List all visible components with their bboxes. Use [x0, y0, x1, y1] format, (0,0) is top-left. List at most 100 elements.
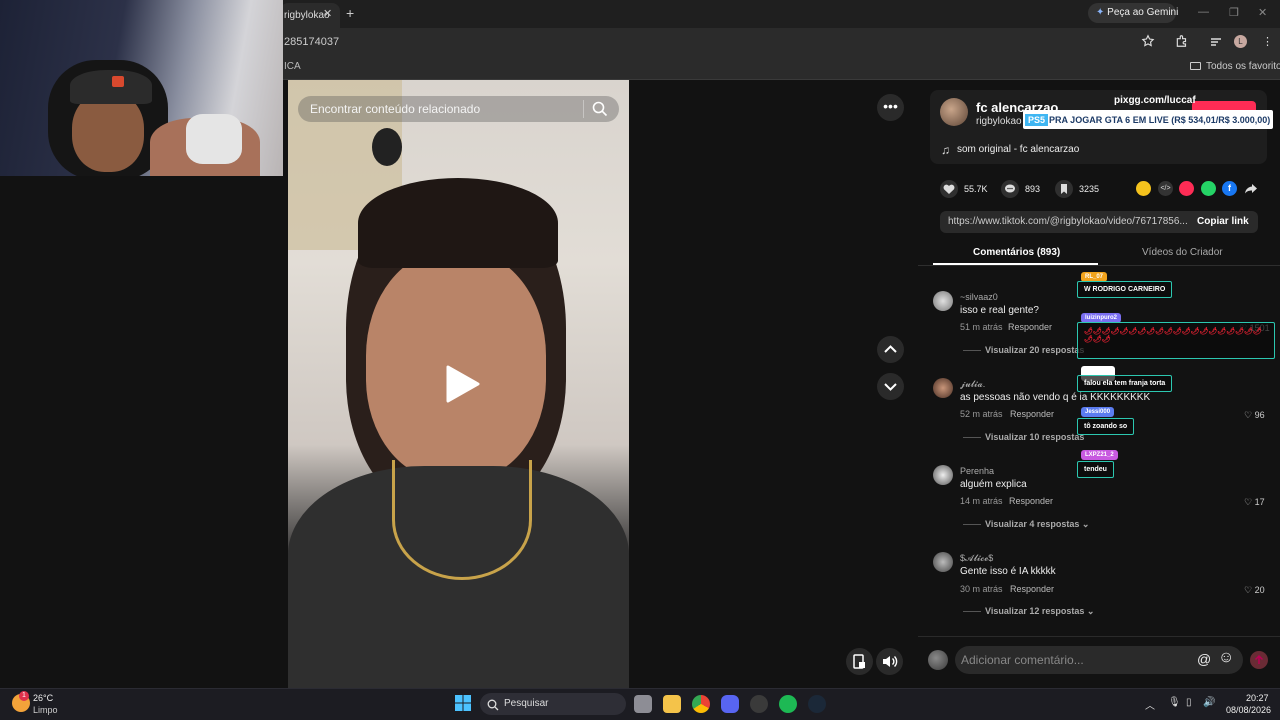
mention-icon[interactable]: @ [1197, 651, 1211, 667]
view-replies-button[interactable]: Visualizar 12 respostas ⌄ [985, 606, 1094, 617]
replies-line [963, 437, 981, 438]
more-options-button[interactable]: ••• [877, 94, 904, 121]
heart-outline-icon: ♡ [1244, 497, 1255, 507]
comment-username[interactable]: Perenha [960, 466, 994, 476]
comment-like-count: 96 [1254, 410, 1265, 420]
comment-time: 52 m atrás [960, 409, 1003, 419]
microphone-icon[interactable]: 🎙 [1168, 697, 1181, 708]
chrome-icon[interactable] [692, 695, 710, 713]
music-note-icon: ♫ [941, 143, 950, 157]
send-icon[interactable] [1179, 181, 1194, 196]
folder-icon [1190, 62, 1201, 70]
view-replies-label: Visualizar 4 respostas [985, 519, 1080, 529]
file-explorer-icon[interactable] [663, 695, 681, 713]
heart-icon [943, 184, 955, 194]
creator-avatar[interactable] [940, 98, 968, 126]
comment-avatar[interactable] [933, 552, 953, 572]
tab-comments[interactable]: Comentários (893) [973, 247, 1060, 258]
comment-like-button[interactable]: ♡ 96 [1244, 410, 1265, 421]
app-icon[interactable] [750, 695, 768, 713]
reply-button[interactable]: Responder [1008, 322, 1052, 332]
background-lamp [372, 128, 402, 166]
view-replies-button[interactable]: Visualizar 4 respostas ⌄ [985, 519, 1089, 530]
comment-text: as pessoas não vendo q é ia KKKKKKKKK [960, 392, 1151, 403]
comment-like-button[interactable]: ♡ 17 [1244, 497, 1265, 508]
bookmark-item[interactable]: ICA [284, 61, 301, 72]
comment-time: 30 m atrás [960, 584, 1003, 594]
gemini-button[interactable]: ✦ Peça ao Gemini [1088, 3, 1178, 23]
view-replies-button[interactable]: Visualizar 20 respostas [985, 345, 1084, 355]
next-video-button[interactable] [877, 373, 904, 400]
reply-button[interactable]: Responder [1010, 584, 1054, 594]
save-button[interactable] [1055, 180, 1073, 198]
comment-button[interactable] [1001, 180, 1019, 198]
url-text[interactable]: 285174037 [284, 36, 339, 48]
taskbar-search[interactable]: Pesquisar [480, 693, 626, 715]
reply-button[interactable]: Responder [1009, 496, 1053, 506]
view-replies-label: Visualizar 12 respostas [985, 606, 1085, 616]
creator-handle[interactable]: rigbylokao [976, 116, 1022, 127]
related-search-input[interactable]: Encontrar conteúdo relacionado [298, 96, 619, 122]
comment-like-button[interactable]: ♡ 20 [1244, 585, 1265, 596]
chat-username: Jessi000 [1081, 407, 1115, 417]
like-button[interactable] [940, 180, 958, 198]
repost-icon[interactable] [1136, 181, 1151, 196]
search-icon[interactable] [592, 101, 608, 117]
maximize-button[interactable]: ❐ [1229, 6, 1239, 19]
emoji-icon[interactable]: ☺ [1218, 649, 1234, 667]
music-title[interactable]: som original - fc alencarzao [957, 144, 1079, 155]
extensions-icon[interactable] [1175, 34, 1189, 48]
comment-avatar[interactable] [933, 291, 953, 311]
clock-time[interactable]: 20:27 [1246, 693, 1269, 703]
comment-time: 14 m atrás [960, 496, 1003, 506]
chevron-down-icon: ⌄ [1079, 519, 1090, 529]
tray-chevron-icon[interactable]: ︿ [1145, 697, 1155, 712]
copy-link-button[interactable]: Copiar link [1188, 211, 1258, 233]
steam-icon[interactable] [808, 695, 826, 713]
mini-player-button[interactable] [846, 648, 873, 675]
view-replies-button[interactable]: Visualizar 10 respostas [985, 432, 1084, 442]
clock-date[interactable]: 08/08/2026 [1226, 705, 1271, 715]
sparkle-icon: ✦ [1096, 7, 1108, 18]
facebook-icon[interactable]: f [1222, 181, 1237, 196]
speaker-icon[interactable]: 🔊 [1203, 697, 1215, 708]
reading-list-icon[interactable] [1210, 35, 1222, 47]
embed-icon[interactable]: </> [1158, 181, 1173, 196]
volume-button[interactable] [876, 648, 903, 675]
star-icon[interactable] [1141, 34, 1155, 48]
all-bookmarks-button[interactable]: Todos os favoritos [1190, 61, 1280, 72]
chat-message: tô zoando so [1077, 418, 1135, 435]
donation-text: PRA JOGAR GTA 6 EM LIVE (R$ 534,01/R$ 3.… [1049, 115, 1271, 125]
pix-overlay-label: pixgg.com/luccaf [1114, 95, 1196, 106]
task-view-icon[interactable] [634, 695, 652, 713]
comment-icon [1005, 184, 1015, 193]
spotify-icon[interactable] [779, 695, 797, 713]
discord-icon[interactable] [721, 695, 739, 713]
whatsapp-icon[interactable] [1201, 181, 1216, 196]
comment-username[interactable]: ~silvaaz0 [960, 292, 998, 302]
donation-tag: PS5 [1025, 114, 1049, 126]
temperature: 26°C [33, 693, 54, 703]
comment-username[interactable]: 𝓳𝓾𝓵𝓲𝓪. [960, 379, 985, 390]
comment-text: alguém explica [960, 479, 1027, 490]
browser-menu-icon[interactable]: ⋮ [1262, 35, 1273, 48]
cap-shape [70, 70, 152, 104]
comment-username[interactable]: $𝓐𝓵𝓲𝓬𝓮$ [960, 553, 993, 564]
minimize-button[interactable]: — [1198, 6, 1209, 18]
comment-avatar[interactable] [933, 378, 953, 398]
tab-creator-videos[interactable]: Vídeos do Criador [1142, 247, 1223, 258]
windows-start-icon[interactable] [455, 695, 471, 711]
close-tab-icon[interactable]: ✕ [323, 7, 332, 20]
previous-video-button[interactable] [877, 336, 904, 363]
new-tab-button[interactable]: + [346, 5, 354, 21]
share-arrow-icon[interactable] [1244, 181, 1258, 195]
chevron-down-icon: ⌄ [1084, 606, 1095, 616]
share-link-field[interactable]: https://www.tiktok.com/@rigbylokao/video… [940, 211, 1192, 233]
send-comment-button[interactable] [1250, 651, 1268, 669]
profile-avatar[interactable]: L [1234, 35, 1247, 48]
reply-button[interactable]: Responder [1010, 409, 1054, 419]
close-window-button[interactable]: ✕ [1258, 6, 1267, 19]
play-icon[interactable] [442, 364, 482, 404]
network-icon[interactable]: ▯ [1186, 697, 1192, 708]
comment-avatar[interactable] [933, 465, 953, 485]
